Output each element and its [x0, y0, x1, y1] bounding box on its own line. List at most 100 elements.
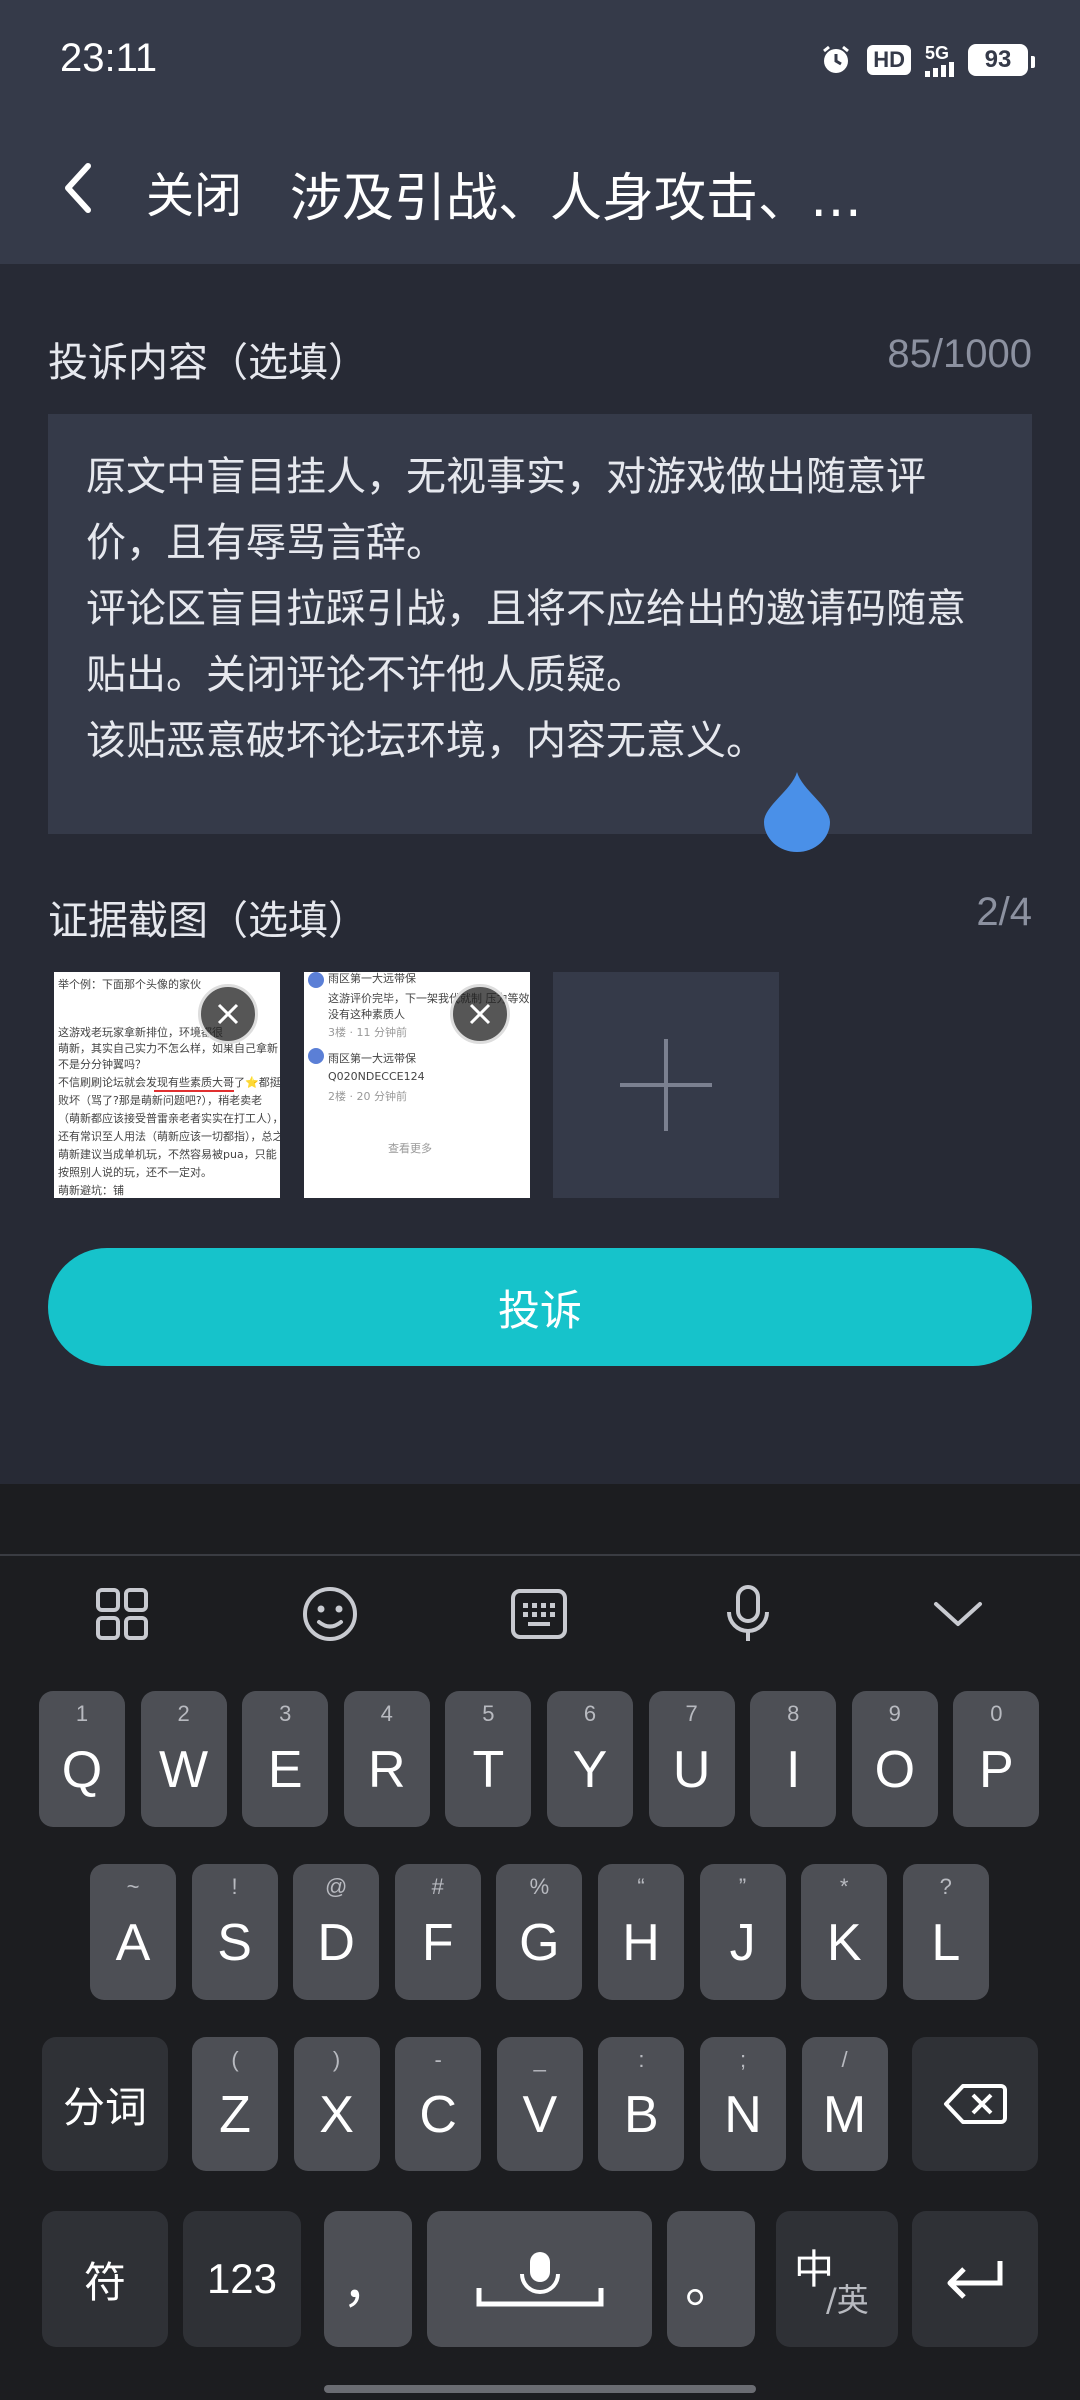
emoji-icon[interactable]	[300, 1584, 360, 1644]
thumb-text: 不信刷刷论坛就会发现有些素质大哥了⭐都挺	[58, 1076, 280, 1089]
key-hint: ;	[739, 2047, 747, 2072]
key-label: H	[622, 1914, 660, 1972]
key-w[interactable]: 2W	[140, 1691, 227, 1827]
close-icon	[469, 1003, 491, 1025]
enter-key[interactable]	[912, 2211, 1038, 2347]
keyboard-icon[interactable]	[509, 1584, 569, 1644]
thumb-text: 3楼 · 11 分钟前	[328, 1026, 407, 1039]
key-h[interactable]: “H	[598, 1864, 684, 2000]
key-label: U	[672, 1741, 711, 1799]
key-x[interactable]: ) X	[293, 2037, 380, 2171]
period-key[interactable]: 。	[667, 2211, 755, 2347]
key-label: T	[472, 1741, 505, 1799]
key-hint: #	[431, 1874, 444, 1899]
key-hint: /	[841, 2047, 848, 2072]
status-bar: 23:11 HD 5G 93	[0, 0, 1080, 120]
key-d[interactable]: @ D	[293, 1864, 380, 2000]
key-hint: %	[529, 1874, 550, 1899]
key-j[interactable]: ” J	[699, 1864, 786, 2000]
evidence-thumbnail-1[interactable]: 举个例：下面那个头像的家伙 这游戏老玩家拿新排位，环境都很 萌新，其实自己实力不…	[54, 972, 280, 1198]
comma-key[interactable]: ，	[324, 2211, 412, 2347]
key-y[interactable]: 6Y	[547, 1691, 633, 1827]
key-r[interactable]: 4R	[343, 1691, 430, 1827]
key-a[interactable]: ~ A	[90, 1864, 176, 2000]
back-button[interactable]	[48, 148, 108, 228]
keyboard-toolbar	[0, 1554, 1080, 1674]
key-hint: (	[231, 2047, 239, 2072]
key-label: D	[317, 1914, 355, 1972]
key-hint: 5	[482, 1701, 495, 1726]
cursor-handle[interactable]	[762, 770, 832, 852]
segment-key[interactable]: 分词	[42, 2037, 168, 2171]
thumb-text: 萌新建议当成单机玩，不然容易被pua，只能	[58, 1148, 277, 1161]
symbol-key[interactable]: 符	[42, 2211, 168, 2347]
network-type: 5G	[925, 42, 950, 63]
mic-icon[interactable]	[718, 1584, 778, 1644]
key-label: Z	[219, 2086, 251, 2144]
home-indicator[interactable]	[324, 2385, 756, 2393]
voice-space-icon	[476, 2252, 603, 2307]
thumb-text: 雨区第一大远带保	[328, 972, 416, 985]
evidence-thumbnail-2[interactable]: 雨区第一大远带保 这游评价完毕，下一架我代就制 压力等效 没有这种素质人 3楼 …	[304, 972, 530, 1198]
key-t[interactable]: 5T	[445, 1691, 532, 1827]
thumb-text: 没有这种素质人	[328, 1008, 405, 1021]
key-hint: 3	[279, 1701, 292, 1726]
key-label: Y	[572, 1741, 608, 1799]
key-hint: 4	[380, 1701, 393, 1726]
avatar	[308, 972, 324, 988]
key-label: L	[931, 1914, 961, 1972]
status-icons: HD 5G 93	[819, 38, 1035, 82]
key-i[interactable]: 8I	[750, 1691, 837, 1827]
key-hint: )	[332, 2047, 341, 2072]
key-z[interactable]: (Z	[192, 2037, 278, 2171]
submit-button[interactable]: 投诉	[48, 1248, 1032, 1366]
thumb-text: Q020NDECCE124	[328, 1070, 425, 1083]
close-button[interactable]: 关闭	[146, 156, 242, 226]
avatar	[308, 1048, 324, 1064]
key-u[interactable]: 7U	[648, 1691, 735, 1827]
key-l[interactable]: ? L	[902, 1864, 989, 2000]
backspace-key[interactable]	[912, 2037, 1038, 2171]
symbol-key-label: 符	[83, 2257, 126, 2307]
complaint-textarea[interactable]: 原文中盲目挂人，无视事实，对游戏做出随意评价，且有辱骂言辞。 评论区盲目拉踩引战…	[48, 414, 1032, 834]
key-f[interactable]: # F	[394, 1864, 481, 2000]
key-v[interactable]: _ V	[496, 2037, 583, 2171]
key-hint: *	[839, 1874, 849, 1899]
key-label: N	[724, 2086, 762, 2144]
plus-icon	[620, 1039, 712, 1131]
thumb-text: 还有常识至人用法（萌新应该一切都指），总之	[58, 1130, 280, 1143]
key-k[interactable]: * K	[801, 1864, 888, 2000]
key-c[interactable]: -C	[395, 2037, 482, 2171]
thumb-text: 萌新，其实自己实力不怎么样，如果自己拿新	[58, 1042, 278, 1055]
thumb-text: 查看更多	[388, 1142, 432, 1155]
remove-image-button[interactable]	[450, 984, 510, 1044]
key-o[interactable]: 9O	[851, 1691, 938, 1827]
keyboard: 分词 符 123 ， 。 中 /英 1 Q 2 W 3 E 4 R 5 T 6 Y 7 U 8 I 9 O 0 P ~ A…	[0, 1484, 1080, 2400]
key-label: G	[519, 1914, 560, 1972]
key-e[interactable]: 3E	[242, 1691, 329, 1827]
key-label: B	[624, 2086, 659, 2144]
key-hint: ~	[126, 1874, 140, 1899]
space-key[interactable]	[427, 2211, 652, 2347]
key-hint: 7	[685, 1701, 698, 1726]
close-icon	[217, 1003, 239, 1025]
language-key[interactable]: 中 /英	[776, 2211, 898, 2347]
key-b[interactable]: :B	[598, 2037, 685, 2171]
key-hint: 2	[177, 1701, 190, 1726]
key-q[interactable]: 1Q	[39, 1691, 125, 1827]
number-key[interactable]: 123	[183, 2211, 301, 2347]
key-p[interactable]: 0P	[953, 1691, 1040, 1827]
key-s[interactable]: ! S	[191, 1864, 278, 2000]
remove-image-button[interactable]	[198, 984, 258, 1044]
add-image-button[interactable]	[553, 972, 779, 1198]
enter-icon	[947, 2261, 1003, 2299]
key-m[interactable]: / M	[801, 2037, 888, 2171]
thumb-text: 不是分分钟翼吗？	[58, 1058, 146, 1071]
key-label: E	[267, 1741, 303, 1799]
key-n[interactable]: ; N	[700, 2037, 786, 2171]
key-hint: 0	[990, 1701, 1003, 1726]
grid-icon[interactable]	[92, 1584, 152, 1644]
key-label: Q	[61, 1741, 103, 1799]
collapse-icon[interactable]	[928, 1584, 988, 1644]
key-g[interactable]: % G	[496, 1864, 583, 2000]
